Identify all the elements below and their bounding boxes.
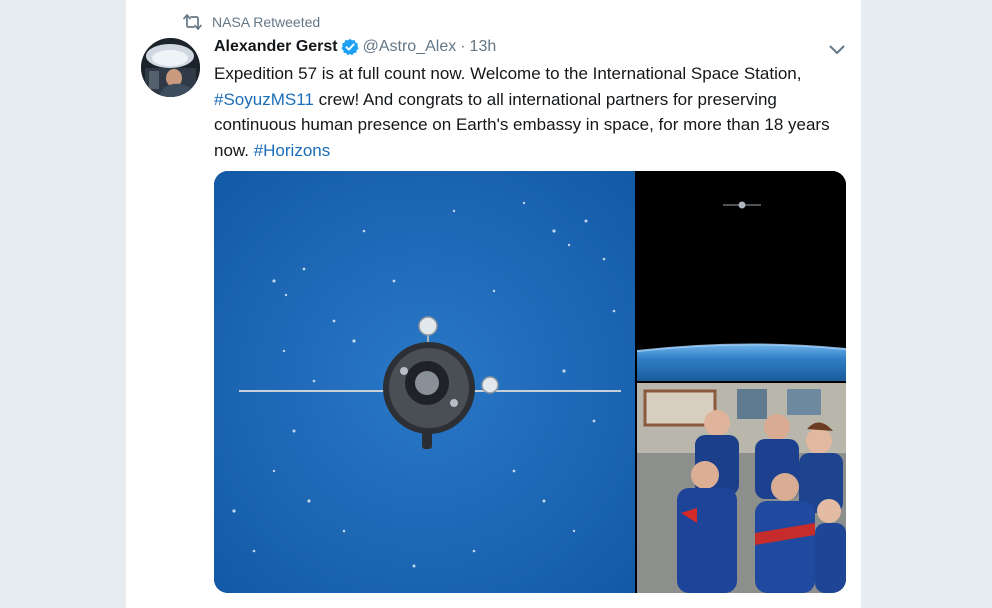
verified-badge-icon [341, 38, 359, 56]
media-grid [214, 171, 846, 593]
retweet-icon [182, 12, 202, 32]
retweet-context: NASA Retweeted [182, 12, 320, 32]
separator-dot: · [460, 38, 466, 55]
tweet-timestamp[interactable]: 13h [470, 38, 497, 56]
photo-crew[interactable] [637, 383, 846, 593]
photo-soyuz-approach[interactable] [214, 171, 635, 593]
tweet-header: Alexander Gerst @Astro_Alex · 13h [214, 36, 496, 58]
avatar[interactable] [141, 38, 200, 97]
author-handle[interactable]: @Astro_Alex [363, 38, 457, 56]
author-name[interactable]: Alexander Gerst [214, 38, 338, 56]
tweet-text: Expedition 57 is at full count now. Welc… [214, 61, 854, 163]
tweet-text-part: Expedition 57 is at full count now. Welc… [214, 64, 802, 83]
tweet-card[interactable]: NASA Retweeted Alexander Gerst @Astro_Al… [126, 0, 861, 608]
photo-soyuz-horizon[interactable] [637, 171, 846, 381]
retweet-label[interactable]: NASA Retweeted [212, 14, 320, 30]
hashtag-link[interactable]: #SoyuzMS11 [214, 90, 314, 109]
hashtag-link[interactable]: #Horizons [254, 141, 331, 160]
chevron-down-icon[interactable] [826, 40, 848, 60]
